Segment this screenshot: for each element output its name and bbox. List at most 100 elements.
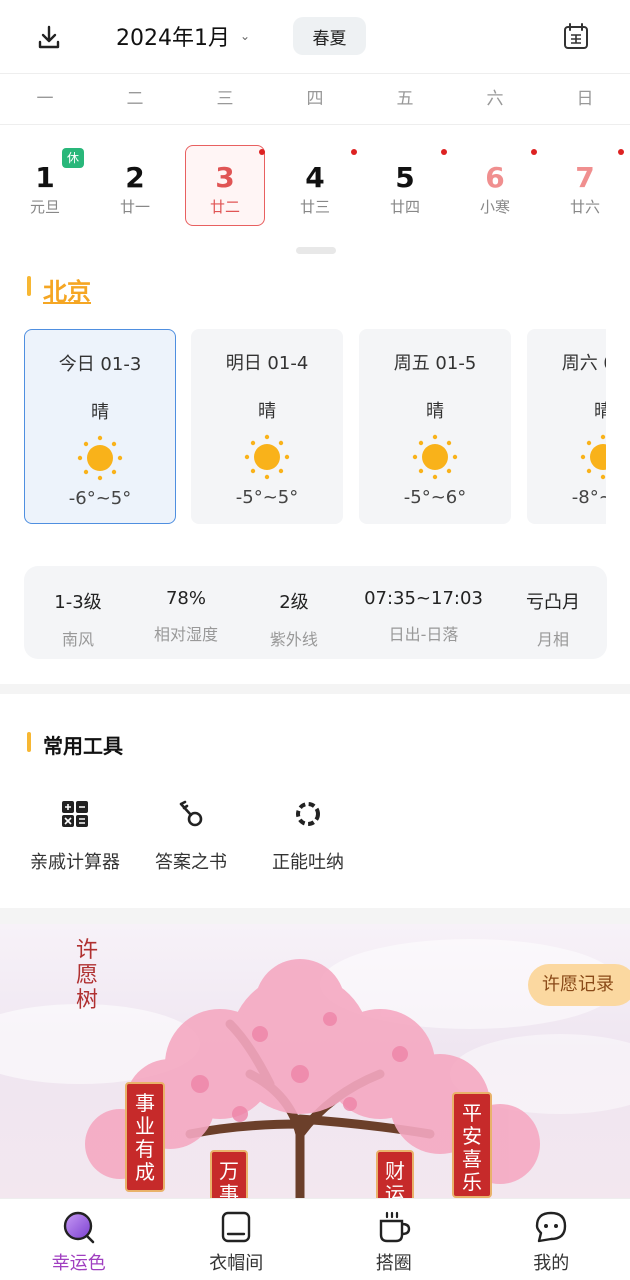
tool-label: 答案之书 bbox=[155, 852, 227, 873]
forecast-date: 今日 01-3 bbox=[58, 354, 142, 375]
nav-lucky-color[interactable]: 幸运色 bbox=[0, 1199, 158, 1280]
day-cell[interactable]: 5 廿四 bbox=[360, 140, 450, 232]
event-dot bbox=[259, 149, 265, 155]
wish-record-button[interactable]: 许愿记录 bbox=[528, 964, 630, 1006]
lunar-date: 廿二 bbox=[209, 198, 240, 216]
event-dot bbox=[618, 149, 624, 155]
download-icon[interactable] bbox=[34, 22, 64, 52]
section-divider bbox=[0, 908, 630, 924]
stat-uv: 2级 紫外线 bbox=[240, 566, 348, 659]
stat-sunrise-sunset: 07:35~17:03 日出-日落 bbox=[348, 566, 499, 659]
forecast-date: 明日 01-4 bbox=[225, 353, 309, 374]
event-dot bbox=[441, 149, 447, 155]
forecast-temp: -5°~5° bbox=[235, 487, 299, 508]
tool-positive-breathing[interactable]: 正能吐纳 bbox=[246, 798, 370, 874]
nav-label: 衣帽间 bbox=[209, 1253, 264, 1274]
forecast-condition: 晴 bbox=[426, 401, 444, 422]
nav-circle[interactable]: 搭圈 bbox=[315, 1199, 473, 1280]
nav-label: 搭圈 bbox=[375, 1253, 412, 1274]
season-button[interactable]: 春夏 bbox=[293, 17, 366, 55]
stat-value: 亏凸月 bbox=[526, 592, 581, 613]
stat-label: 紫外线 bbox=[269, 630, 318, 649]
stat-label: 日出-日落 bbox=[388, 625, 459, 644]
lucky-color-icon bbox=[63, 1211, 95, 1244]
nav-label: 我的 bbox=[533, 1253, 570, 1274]
day-number: 7 bbox=[575, 161, 595, 194]
lunar-date: 廿六 bbox=[569, 198, 600, 216]
weekday-label: 四 bbox=[306, 89, 324, 109]
sun-icon bbox=[77, 435, 123, 481]
wish-tag-text: 财运 bbox=[385, 1159, 405, 1201]
tool-relative-calculator[interactable]: 亲戚计算器 bbox=[13, 798, 137, 874]
day-number: 3 bbox=[215, 161, 235, 194]
wish-tag[interactable]: 事业有成 bbox=[125, 1082, 165, 1192]
day-cell[interactable]: 4 廿三 bbox=[270, 140, 360, 232]
weekday-label: 一 bbox=[36, 89, 54, 109]
lunar-date: 元旦 bbox=[29, 198, 60, 216]
forecast-card[interactable]: 周五 01-5 晴 -5°~6° bbox=[359, 329, 511, 524]
nav-wardrobe[interactable]: 衣帽间 bbox=[158, 1199, 316, 1280]
wish-tag[interactable]: 平安喜乐 bbox=[452, 1092, 492, 1198]
event-dot bbox=[531, 149, 537, 155]
section-accent-bar bbox=[27, 732, 31, 752]
wish-tag-text: 事业有成 bbox=[135, 1091, 155, 1184]
weekday-label: 五 bbox=[396, 89, 414, 109]
day-number: 5 bbox=[395, 161, 415, 194]
day-cell[interactable]: 休 1 元旦 bbox=[0, 140, 90, 232]
forecast-temp: -8°~5° bbox=[571, 487, 606, 508]
breathing-ring-icon bbox=[296, 802, 320, 826]
forecast-temp: -6°~5° bbox=[68, 488, 132, 509]
stat-value: 07:35~17:03 bbox=[364, 588, 483, 609]
wish-tree-banner[interactable]: 许愿树 许愿记录 事业有成 万事 财运 平安喜乐 bbox=[0, 924, 630, 1200]
calendar-icon[interactable] bbox=[560, 21, 592, 53]
holiday-badge: 休 bbox=[62, 148, 84, 168]
lunar-date: 廿一 bbox=[119, 198, 150, 216]
tool-label: 亲戚计算器 bbox=[30, 852, 120, 873]
stat-value: 78% bbox=[165, 588, 206, 609]
forecast-card[interactable]: 明日 01-4 晴 -5°~5° bbox=[191, 329, 343, 524]
forecast-carousel[interactable]: 今日 01-3 晴 -6°~5° 明日 01-4 晴 -5°~5° 周五 01-… bbox=[24, 329, 606, 525]
day-cell[interactable]: 2 廿一 bbox=[90, 140, 180, 232]
chat-bubble-icon bbox=[536, 1211, 567, 1243]
stat-label: 相对湿度 bbox=[153, 625, 218, 644]
forecast-date: 周六 01-6 bbox=[561, 353, 606, 374]
forecast-temp: -5°~6° bbox=[403, 487, 467, 508]
sun-icon bbox=[412, 434, 458, 480]
weekday-label: 三 bbox=[216, 89, 234, 109]
day-cell[interactable]: 7 廿六 bbox=[540, 140, 630, 232]
month-selector[interactable]: 2024年1月 ⌄ bbox=[116, 20, 250, 52]
day-number: 2 bbox=[125, 161, 145, 194]
wish-tree-title: 许愿树 bbox=[75, 938, 98, 1013]
coffee-cup-icon bbox=[379, 1211, 410, 1243]
month-label: 2024年1月 bbox=[116, 26, 230, 51]
section-accent-bar bbox=[27, 276, 31, 296]
stat-label: 南风 bbox=[61, 630, 94, 649]
top-bar: 2024年1月 ⌄ 春夏 bbox=[0, 0, 630, 74]
forecast-card[interactable]: 今日 01-3 晴 -6°~5° bbox=[24, 329, 176, 524]
tool-label: 正能吐纳 bbox=[272, 852, 344, 873]
day-number: 4 bbox=[305, 161, 325, 194]
day-number: 6 bbox=[485, 161, 505, 194]
nav-mine[interactable]: 我的 bbox=[473, 1199, 630, 1280]
expand-handle[interactable] bbox=[296, 247, 336, 254]
nav-label: 幸运色 bbox=[51, 1253, 106, 1274]
forecast-card[interactable]: 周六 01-6 晴 -8°~5° bbox=[527, 329, 606, 524]
wish-tag[interactable]: 万事 bbox=[210, 1150, 248, 1200]
key-icon bbox=[179, 800, 203, 827]
wish-tag-text: 平安喜乐 bbox=[462, 1101, 482, 1194]
bottom-navigation: 幸运色 衣帽间 搭圈 我的 bbox=[0, 1198, 630, 1280]
wish-tag[interactable]: 财运 bbox=[376, 1150, 414, 1200]
day-cell[interactable]: 6 小寒 bbox=[450, 140, 540, 232]
stat-value: 1-3级 bbox=[54, 592, 102, 613]
forecast-condition: 晴 bbox=[594, 401, 606, 422]
tool-answer-book[interactable]: 答案之书 bbox=[129, 798, 253, 874]
city-link[interactable]: 北京 bbox=[43, 272, 91, 307]
lunar-date: 廿三 bbox=[299, 198, 330, 216]
weekday-label: 六 bbox=[486, 89, 504, 109]
wardrobe-icon bbox=[222, 1211, 251, 1243]
section-divider bbox=[0, 684, 630, 694]
forecast-condition: 晴 bbox=[91, 402, 109, 423]
sun-icon bbox=[580, 434, 606, 480]
stat-humidity: 78% 相对湿度 bbox=[132, 566, 240, 659]
day-cell-selected[interactable]: 3 廿二 bbox=[180, 140, 270, 232]
